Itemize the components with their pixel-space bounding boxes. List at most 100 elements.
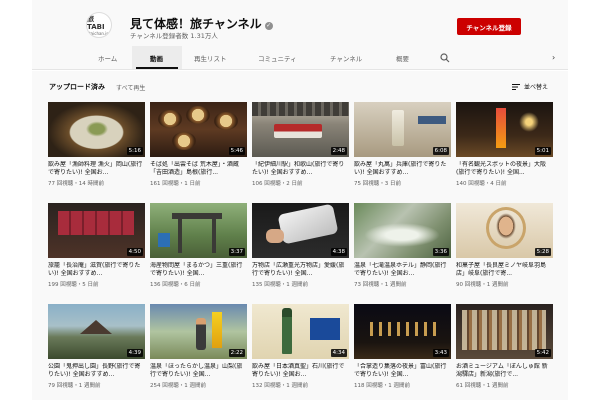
video-card[interactable]: 3:36 温泉「七滝温泉ホテル」静岡(旅行で寄りたい)! 全国お... 73 回… <box>354 203 451 288</box>
play-all-link[interactable]: すべて再生 <box>116 83 145 92</box>
video-title[interactable]: 飲み屋「丸萬」兵庫(旅行で寄りたい)! 全国おすすめ... <box>354 161 451 177</box>
video-meta: 132 回視聴・1 週間前 <box>252 383 308 389</box>
video-thumbnail[interactable]: 5:01 <box>456 102 553 157</box>
video-title[interactable]: 和菓子屋「長良屋ミノヤ岐阜羽島店」岐阜(旅行で寄... <box>456 262 553 278</box>
video-title[interactable]: お酒ミュージアム「ぽんしゅ館 新潟驛店」新潟(旅行で... <box>456 363 553 379</box>
video-title[interactable]: 「有名観光スポットの夜景」大阪(旅行で寄りたい)! 全国... <box>456 161 553 177</box>
video-card[interactable]: 3:43 「合掌造り集落の夜景」富山(旅行で寄りたい)! 全国... 118 回… <box>354 304 451 389</box>
channel-avatar[interactable]: 旅TABI taichan.jp <box>86 12 112 38</box>
video-title[interactable]: 「合掌造り集落の夜景」富山(旅行で寄りたい)! 全国... <box>354 363 451 379</box>
video-duration: 4:50 <box>126 248 143 256</box>
video-card[interactable]: 3:37 海産物問屋「まるかつ」三重(旅行で寄りたい)! 全国... 136 回… <box>150 203 247 288</box>
video-duration: 5:28 <box>534 248 551 256</box>
video-duration: 5:42 <box>534 349 551 357</box>
video-card[interactable]: 4:50 旅籠「長治庵」滋賀(旅行で寄りたい)! 全国おすすめ... 199 回… <box>48 203 145 288</box>
verified-badge-icon: ✓ <box>264 22 273 30</box>
video-meta: 61 回視聴・1 週間前 <box>456 383 509 389</box>
video-thumbnail[interactable]: 2:22 <box>150 304 247 359</box>
video-title[interactable]: 飲み屋「漁師料理 漁火」岡山(旅行で寄りたい)! 全国お... <box>48 161 145 177</box>
video-card[interactable]: 2:22 温泉「ほったらかし温泉」山梨(旅行で寄りたい)! 全国... 254 … <box>150 304 247 389</box>
video-thumbnail[interactable]: 2:48 <box>252 102 349 157</box>
video-meta: 90 回視聴・1 週間前 <box>456 282 509 288</box>
tab-channels[interactable]: チャンネル <box>330 53 362 63</box>
video-duration: 5:16 <box>126 147 143 155</box>
video-duration: 3:43 <box>432 349 449 357</box>
sort-icon <box>512 84 520 90</box>
video-thumbnail[interactable]: 5:28 <box>456 203 553 258</box>
video-title[interactable]: 温泉「ほったらかし温泉」山梨(旅行で寄りたい)! 全国... <box>150 363 247 379</box>
avatar-logo-text: 旅TABI <box>87 14 105 31</box>
video-card[interactable]: 4:38 万物店「広瀬重光万物店」愛媛(旅行で寄りたい)! 全国... 135 … <box>252 203 349 288</box>
video-meta: 106 回視聴・2 日前 <box>252 181 303 187</box>
video-meta: 140 回視聴・4 日前 <box>456 181 507 187</box>
video-thumbnail[interactable]: 4:38 <box>252 203 349 258</box>
video-duration: 3:36 <box>432 248 449 256</box>
video-meta: 199 回視聴・5 日前 <box>48 282 99 288</box>
tab-community[interactable]: コミュニティ <box>258 53 297 63</box>
video-duration: 5:01 <box>534 147 551 155</box>
video-thumbnail[interactable]: 3:37 <box>150 203 247 258</box>
video-title[interactable]: 万物店「広瀬重光万物店」愛媛(旅行で寄りたい)! 全国... <box>252 262 349 278</box>
video-card[interactable]: 5:28 和菓子屋「長良屋ミノヤ岐阜羽島店」岐阜(旅行で寄... 90 回視聴・… <box>456 203 553 288</box>
video-title[interactable]: そば処「出雲そば 荒木屋」・酒蔵「吉田酒造」島根(旅行... <box>150 161 247 177</box>
video-thumbnail[interactable]: 4:39 <box>48 304 145 359</box>
video-duration: 2:48 <box>330 147 347 155</box>
video-duration: 6:08 <box>432 147 449 155</box>
video-thumbnail[interactable]: 6:08 <box>354 102 451 157</box>
video-card[interactable]: 6:08 飲み屋「丸萬」兵庫(旅行で寄りたい)! 全国おすすめ... 75 回視… <box>354 102 451 187</box>
video-thumbnail[interactable]: 4:50 <box>48 203 145 258</box>
channel-tabs: ホーム 動画 再生リスト コミュニティ チャンネル 概要 › <box>32 46 568 70</box>
video-card[interactable]: 5:01 「有名観光スポットの夜景」大阪(旅行で寄りたい)! 全国... 140… <box>456 102 553 187</box>
video-meta: 73 回視聴・1 週間前 <box>354 282 407 288</box>
video-thumbnail[interactable]: 5:46 <box>150 102 247 157</box>
video-thumbnail[interactable]: 3:43 <box>354 304 451 359</box>
video-title[interactable]: 飲み屋「日本酒真聖」石川(旅行で寄りたい)! 全国お... <box>252 363 349 379</box>
tab-about[interactable]: 概要 <box>396 53 409 63</box>
video-card[interactable]: 5:16 飲み屋「漁師料理 漁火」岡山(旅行で寄りたい)! 全国お... 77 … <box>48 102 145 187</box>
video-card[interactable]: 2:48 「紀伊細川駅」和歌山(旅行で寄りたい)! 全国おすすめ... 106 … <box>252 102 349 187</box>
video-duration: 4:38 <box>330 248 347 256</box>
video-duration: 5:46 <box>228 147 245 155</box>
video-thumbnail[interactable]: 4:34 <box>252 304 349 359</box>
video-card[interactable]: 4:34 飲み屋「日本酒真聖」石川(旅行で寄りたい)! 全国お... 132 回… <box>252 304 349 389</box>
channel-name-text: 見て体感！旅チャンネル <box>130 17 262 31</box>
video-duration: 3:37 <box>228 248 245 256</box>
video-card[interactable]: 5:46 そば処「出雲そば 荒木屋」・酒蔵「吉田酒造」島根(旅行... 161 … <box>150 102 247 187</box>
search-icon[interactable] <box>440 53 450 63</box>
video-card[interactable]: 5:42 お酒ミュージアム「ぽんしゅ館 新潟驛店」新潟(旅行で... 61 回視… <box>456 304 553 389</box>
video-duration: 2:22 <box>228 349 245 357</box>
video-title[interactable]: 「紀伊細川駅」和歌山(旅行で寄りたい)! 全国おすすめ... <box>252 161 349 177</box>
sort-label: 並べ替え <box>524 84 549 91</box>
subscribe-button[interactable]: チャンネル登録 <box>457 18 521 35</box>
video-meta: 75 回視聴・3 日前 <box>354 181 401 187</box>
video-meta: 118 回視聴・1 週間前 <box>354 383 410 389</box>
avatar-logo-subtext: taichan.jp <box>89 30 109 36</box>
video-meta: 136 回視聴・6 日前 <box>150 282 201 288</box>
video-meta: 135 回視聴・1 週間前 <box>252 282 308 288</box>
subscriber-count: チャンネル登録者数 1.31万人 <box>130 32 218 40</box>
active-tab-underline <box>136 67 178 69</box>
video-title[interactable]: 温泉「七滝温泉ホテル」静岡(旅行で寄りたい)! 全国お... <box>354 262 451 278</box>
tab-videos[interactable]: 動画 <box>150 53 163 63</box>
youtube-channel-page: 旅TABI taichan.jp 見て体感！旅チャンネル ✓ チャンネル登録者数 … <box>32 0 568 400</box>
uploads-heading: アップロード済み <box>49 83 105 91</box>
video-meta: 161 回視聴・1 日前 <box>150 181 201 187</box>
video-thumbnail[interactable]: 5:42 <box>456 304 553 359</box>
video-card[interactable]: 4:39 公園「鬼押出し園」長野(旅行で寄りたい)! 全国おすすめ... 79 … <box>48 304 145 389</box>
tab-home[interactable]: ホーム <box>98 53 117 63</box>
video-thumbnail[interactable]: 3:36 <box>354 203 451 258</box>
channel-header: 旅TABI taichan.jp 見て体感！旅チャンネル ✓ チャンネル登録者数 … <box>32 0 568 46</box>
video-title[interactable]: 海産物問屋「まるかつ」三重(旅行で寄りたい)! 全国... <box>150 262 247 278</box>
videos-section: アップロード済み すべて再生 並べ替え 5:16 飲み屋「漁師料理 漁火」岡山(… <box>32 71 568 400</box>
tab-playlists[interactable]: 再生リスト <box>194 53 227 63</box>
video-title[interactable]: 公園「鬼押出し園」長野(旅行で寄りたい)! 全国おすすめ... <box>48 363 145 379</box>
video-duration: 4:39 <box>126 349 143 357</box>
video-duration: 4:34 <box>330 349 347 357</box>
video-meta: 254 回視聴・1 週間前 <box>150 383 206 389</box>
video-meta: 79 回視聴・1 週間前 <box>48 383 101 389</box>
video-title[interactable]: 旅籠「長治庵」滋賀(旅行で寄りたい)! 全国おすすめ... <box>48 262 145 278</box>
chevron-right-icon[interactable]: › <box>552 53 555 62</box>
video-meta: 77 回視聴・14 時間前 <box>48 181 104 187</box>
video-thumbnail[interactable]: 5:16 <box>48 102 145 157</box>
sort-button[interactable]: 並べ替え <box>512 82 548 91</box>
